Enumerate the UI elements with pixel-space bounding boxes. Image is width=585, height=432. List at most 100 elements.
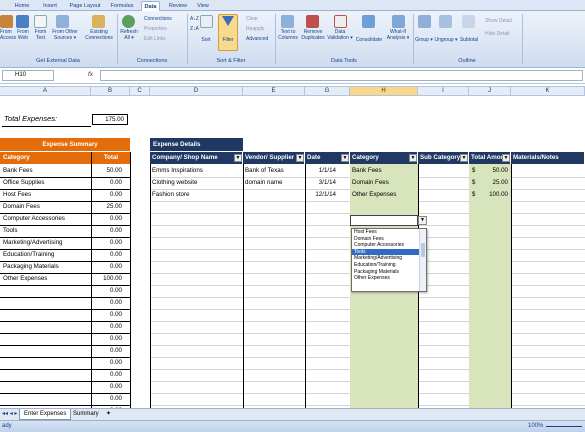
- tab-page-layout[interactable]: Page Layout: [66, 1, 104, 11]
- summary-total-cell[interactable]: 0.00: [92, 189, 122, 201]
- summary-total-cell[interactable]: 0.00: [92, 309, 122, 321]
- detail-company-cell[interactable]: Emms Inspirations: [152, 165, 242, 177]
- detail-vendor-cell[interactable]: Bank of Texas: [245, 165, 303, 177]
- dropdown-option[interactable]: Domain Fees: [352, 236, 426, 243]
- total-expenses-value[interactable]: 175.00: [92, 114, 128, 125]
- summary-total-cell[interactable]: 0.00: [92, 345, 122, 357]
- filter-arrow-icon[interactable]: ▼: [341, 154, 349, 162]
- summary-total-cell[interactable]: 0.00: [92, 333, 122, 345]
- sheet-tab-enter-expenses[interactable]: Enter Expenses: [19, 409, 72, 420]
- summary-total-cell[interactable]: 0.00: [92, 369, 122, 381]
- zoom-slider[interactable]: [546, 426, 582, 427]
- summary-category-cell[interactable]: Office Supplies: [3, 177, 91, 189]
- dropdown-option[interactable]: Other Expenses: [352, 275, 426, 282]
- column-header-i[interactable]: I: [418, 86, 469, 96]
- filter-arrow-icon[interactable]: ▼: [234, 154, 242, 162]
- worksheet-grid[interactable]: Total Expenses: 175.00 Expense Summary C…: [0, 96, 585, 418]
- consolidate-button[interactable]: Consolidate: [354, 37, 384, 44]
- column-header-j[interactable]: J: [469, 86, 511, 96]
- column-header-b[interactable]: B: [91, 86, 130, 96]
- column-header-e[interactable]: E: [243, 86, 305, 96]
- summary-category-cell[interactable]: Marketing/Advertising: [3, 237, 91, 249]
- group-button[interactable]: Group ▾: [414, 37, 434, 44]
- dropdown-option[interactable]: Packaging Materials: [352, 269, 426, 276]
- sort-za-button[interactable]: Z↓A: [190, 26, 199, 32]
- category-dropdown-list[interactable]: Host Fees Domain Fees Computer Accessories…: [351, 228, 427, 292]
- column-header-h[interactable]: H: [350, 86, 418, 96]
- filter-arrow-icon[interactable]: ▼: [296, 154, 304, 162]
- summary-total-cell[interactable]: 0.00: [92, 213, 122, 225]
- tab-insert[interactable]: Insert: [38, 1, 62, 11]
- detail-company-cell[interactable]: Clothing website: [152, 177, 242, 189]
- from-text-button[interactable]: From Text: [31, 29, 50, 41]
- summary-total-cell[interactable]: 0.00: [92, 249, 122, 261]
- dropdown-scrollbar[interactable]: [419, 229, 426, 291]
- dropdown-option[interactable]: Education/Training: [352, 262, 426, 269]
- edit-links-button[interactable]: Edit Links: [144, 36, 166, 42]
- hide-detail-button[interactable]: Hide Detail: [485, 31, 509, 37]
- summary-category-cell[interactable]: Host Fees: [3, 189, 91, 201]
- from-web-button[interactable]: From Web: [13, 29, 33, 41]
- dropdown-option[interactable]: Marketing/Advertising: [352, 255, 426, 262]
- dropdown-option[interactable]: Computer Accessories: [352, 242, 426, 249]
- existing-connections-button[interactable]: Existing Connections: [83, 29, 115, 41]
- text-to-columns-button[interactable]: Text to Columns: [276, 29, 300, 41]
- column-header-d[interactable]: D: [150, 86, 243, 96]
- detail-category-cell[interactable]: Other Expenses: [352, 189, 416, 201]
- tab-review[interactable]: Review: [166, 1, 190, 11]
- show-detail-button[interactable]: Show Detail: [485, 18, 512, 24]
- detail-vendor-cell[interactable]: domain name: [245, 177, 303, 189]
- dropdown-scroll-thumb[interactable]: [421, 243, 425, 257]
- clear-button[interactable]: Clear: [246, 16, 258, 22]
- summary-total-cell[interactable]: 100.00: [92, 273, 122, 285]
- remove-duplicates-button[interactable]: Remove Duplicates: [300, 29, 326, 41]
- detail-currency-cell[interactable]: $: [472, 165, 480, 177]
- summary-total-cell[interactable]: 0.00: [92, 285, 122, 297]
- summary-category-cell[interactable]: Other Expenses: [3, 273, 91, 285]
- column-header-c[interactable]: C: [130, 86, 150, 96]
- dropdown-option[interactable]: Tools: [352, 248, 426, 256]
- refresh-all-button[interactable]: Refresh All ▾: [118, 29, 140, 41]
- detail-amount-cell[interactable]: 50.00: [480, 165, 508, 177]
- detail-amount-cell[interactable]: 25.00: [480, 177, 508, 189]
- fx-icon[interactable]: fx: [88, 71, 93, 78]
- summary-category-cell[interactable]: Domain Fees: [3, 201, 91, 213]
- tab-formulas[interactable]: Formulas: [107, 1, 137, 11]
- from-access-button[interactable]: From Access: [0, 29, 16, 41]
- summary-total-cell[interactable]: 0.00: [92, 381, 122, 393]
- detail-date-cell[interactable]: 1/1/14: [306, 165, 336, 177]
- what-if-analysis-button[interactable]: What-If Analysis ▾: [384, 29, 412, 41]
- summary-category-cell[interactable]: Computer Accessories: [3, 213, 91, 225]
- column-header-g[interactable]: G: [305, 86, 350, 96]
- properties-button[interactable]: Properties: [144, 26, 167, 32]
- advanced-button[interactable]: Advanced: [246, 36, 268, 42]
- reapply-button[interactable]: Reapply: [246, 26, 264, 32]
- dropdown-arrow-icon[interactable]: ▼: [418, 216, 427, 225]
- sort-az-button[interactable]: A↓Z: [190, 16, 199, 22]
- detail-amount-cell[interactable]: 100.00: [480, 189, 508, 201]
- filter-arrow-icon[interactable]: ▼: [409, 154, 417, 162]
- subtotal-button[interactable]: Subtotal: [457, 37, 481, 44]
- data-validation-button[interactable]: Data Validation ▾: [326, 29, 354, 41]
- summary-category-cell[interactable]: Tools: [3, 225, 91, 237]
- detail-currency-cell[interactable]: $: [472, 189, 480, 201]
- summary-category-cell[interactable]: Bank Fees: [3, 165, 91, 177]
- summary-total-cell[interactable]: 0.00: [92, 261, 122, 273]
- filter-arrow-icon[interactable]: ▼: [460, 154, 468, 162]
- filter-arrow-icon[interactable]: ▼: [502, 154, 510, 162]
- tab-view[interactable]: View: [194, 1, 212, 11]
- summary-total-cell[interactable]: 25.00: [92, 201, 122, 213]
- summary-total-cell[interactable]: 0.00: [92, 321, 122, 333]
- ungroup-button[interactable]: Ungroup ▾: [434, 37, 458, 44]
- column-header-k[interactable]: K: [511, 86, 585, 96]
- sheet-tab-summary[interactable]: Summary: [69, 409, 103, 420]
- from-other-sources-button[interactable]: From Other Sources ▾: [50, 29, 80, 41]
- summary-category-cell[interactable]: Education/Training: [3, 249, 91, 261]
- detail-category-cell[interactable]: Domain Fees: [352, 177, 416, 189]
- dropdown-option[interactable]: Host Fees: [352, 229, 426, 236]
- active-cell-h10[interactable]: [350, 215, 418, 226]
- summary-total-cell[interactable]: 0.00: [92, 225, 122, 237]
- detail-date-cell[interactable]: 12/1/14: [306, 189, 336, 201]
- summary-total-cell[interactable]: 0.00: [92, 393, 122, 405]
- summary-total-cell[interactable]: 0.00: [92, 177, 122, 189]
